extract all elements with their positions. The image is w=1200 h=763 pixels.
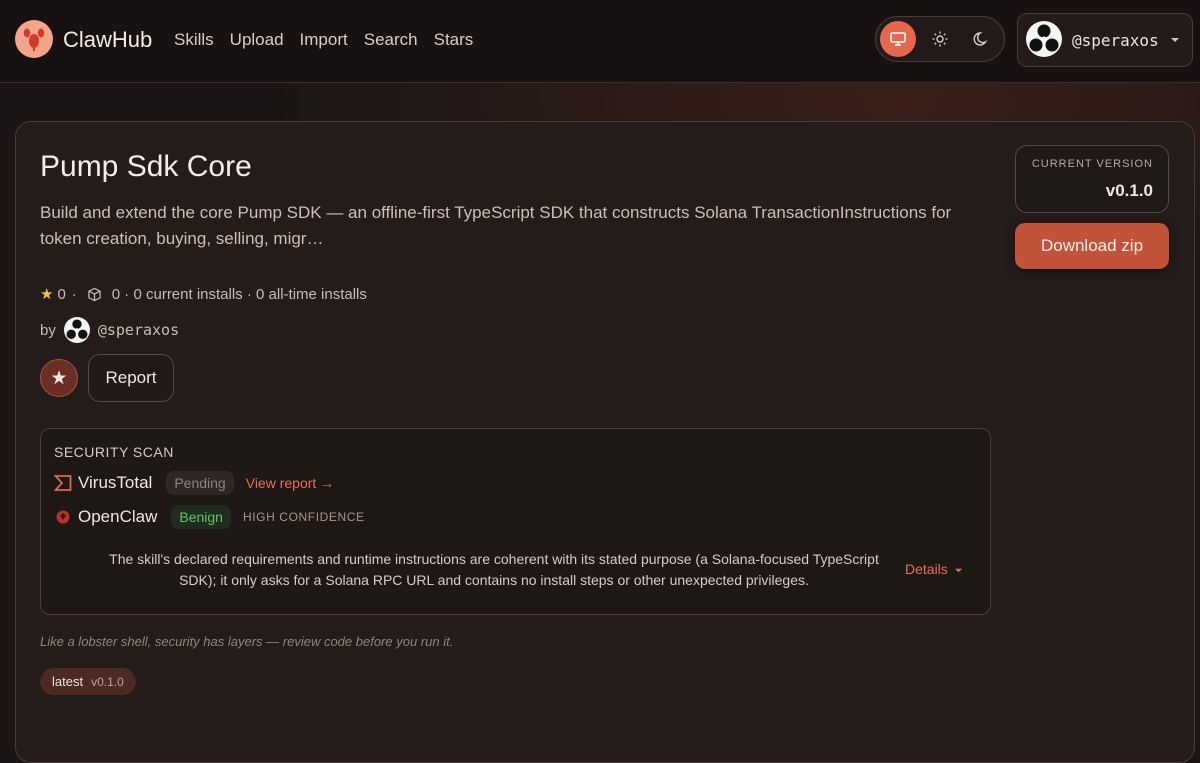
skill-title: Pump Sdk Core <box>40 150 252 183</box>
separator: · <box>71 285 77 303</box>
brand-name[interactable]: ClawHub <box>63 27 152 53</box>
chevron-down-icon <box>954 568 962 573</box>
main-nav: Skills Upload Import Search Stars <box>174 30 473 50</box>
package-icon <box>88 287 101 301</box>
details-label: Details <box>905 561 948 577</box>
star-button[interactable]: ★ <box>40 359 78 397</box>
security-scan-panel: SECURITY SCAN VirusTotal Pending View re… <box>40 428 991 615</box>
author-handle[interactable]: @speraxos <box>98 321 179 339</box>
version-value: v0.1.0 <box>1105 181 1153 200</box>
nav-search[interactable]: Search <box>364 30 418 50</box>
details-toggle[interactable]: Details <box>905 561 963 577</box>
skill-description: Build and extend the core Pump SDK — an … <box>40 203 952 248</box>
report-button[interactable]: Report <box>88 354 174 402</box>
tag-version: v0.1.0 <box>91 674 124 689</box>
user-avatar <box>1026 21 1062 57</box>
moon-icon <box>973 32 988 46</box>
download-zip-button[interactable]: Download zip <box>1015 223 1169 269</box>
security-scan-title: SECURITY SCAN <box>54 444 174 460</box>
skill-stats: ★ 0 · 0 · 0 current installs · 0 all-tim… <box>40 285 367 304</box>
chevron-down-icon <box>1171 38 1179 42</box>
view-report-link[interactable]: View report → <box>246 475 334 491</box>
tag-name: latest <box>52 674 84 689</box>
openclaw-status-badge: Benign <box>171 505 231 529</box>
user-menu-button[interactable]: @speraxos <box>1017 13 1193 67</box>
star-count: 0 <box>57 285 66 303</box>
user-handle: @speraxos <box>1072 31 1159 50</box>
theme-light-button[interactable] <box>922 21 958 57</box>
nav-upload[interactable]: Upload <box>230 30 284 50</box>
skill-card: Pump Sdk Core Build and extend the core … <box>15 121 1195 763</box>
theme-dark-button[interactable] <box>964 21 1000 57</box>
sun-icon <box>932 31 948 47</box>
virustotal-status-badge: Pending <box>166 471 234 495</box>
clawhub-logo-icon[interactable] <box>15 20 53 58</box>
virustotal-row: VirusTotal Pending View report → <box>54 471 334 495</box>
security-summary: The skill's declared requirements and ru… <box>109 551 879 588</box>
openclaw-row: OpenClaw Benign HIGH CONFIDENCE <box>54 505 365 529</box>
confidence-label: HIGH CONFIDENCE <box>242 510 365 524</box>
current-version-box: CURRENT VERSION v0.1.0 <box>1015 145 1169 213</box>
author-byline: by @speraxos <box>40 317 179 343</box>
openclaw-icon <box>56 510 70 524</box>
star-icon: ★ <box>40 286 54 303</box>
by-label: by <box>40 321 56 339</box>
nav-import[interactable]: Import <box>300 30 348 50</box>
monitor-icon <box>890 32 906 46</box>
install-counts: 0 · 0 current installs · 0 all-time inst… <box>111 285 367 303</box>
openclaw-name: OpenClaw <box>78 507 158 526</box>
theme-system-button[interactable] <box>880 21 916 57</box>
nav-stars[interactable]: Stars <box>434 30 474 50</box>
version-label: CURRENT VERSION <box>1031 158 1153 170</box>
top-nav-bar: ClawHub Skills Upload Import Search Star… <box>0 0 1200 83</box>
virustotal-name: VirusTotal <box>78 473 153 492</box>
author-avatar[interactable] <box>63 317 90 343</box>
theme-toggle-group <box>875 16 1005 62</box>
nav-skills[interactable]: Skills <box>174 30 214 50</box>
version-tag-chip[interactable]: latest v0.1.0 <box>40 668 136 695</box>
virustotal-icon <box>54 475 72 491</box>
security-tagline: Like a lobster shell, security has layer… <box>40 634 454 649</box>
